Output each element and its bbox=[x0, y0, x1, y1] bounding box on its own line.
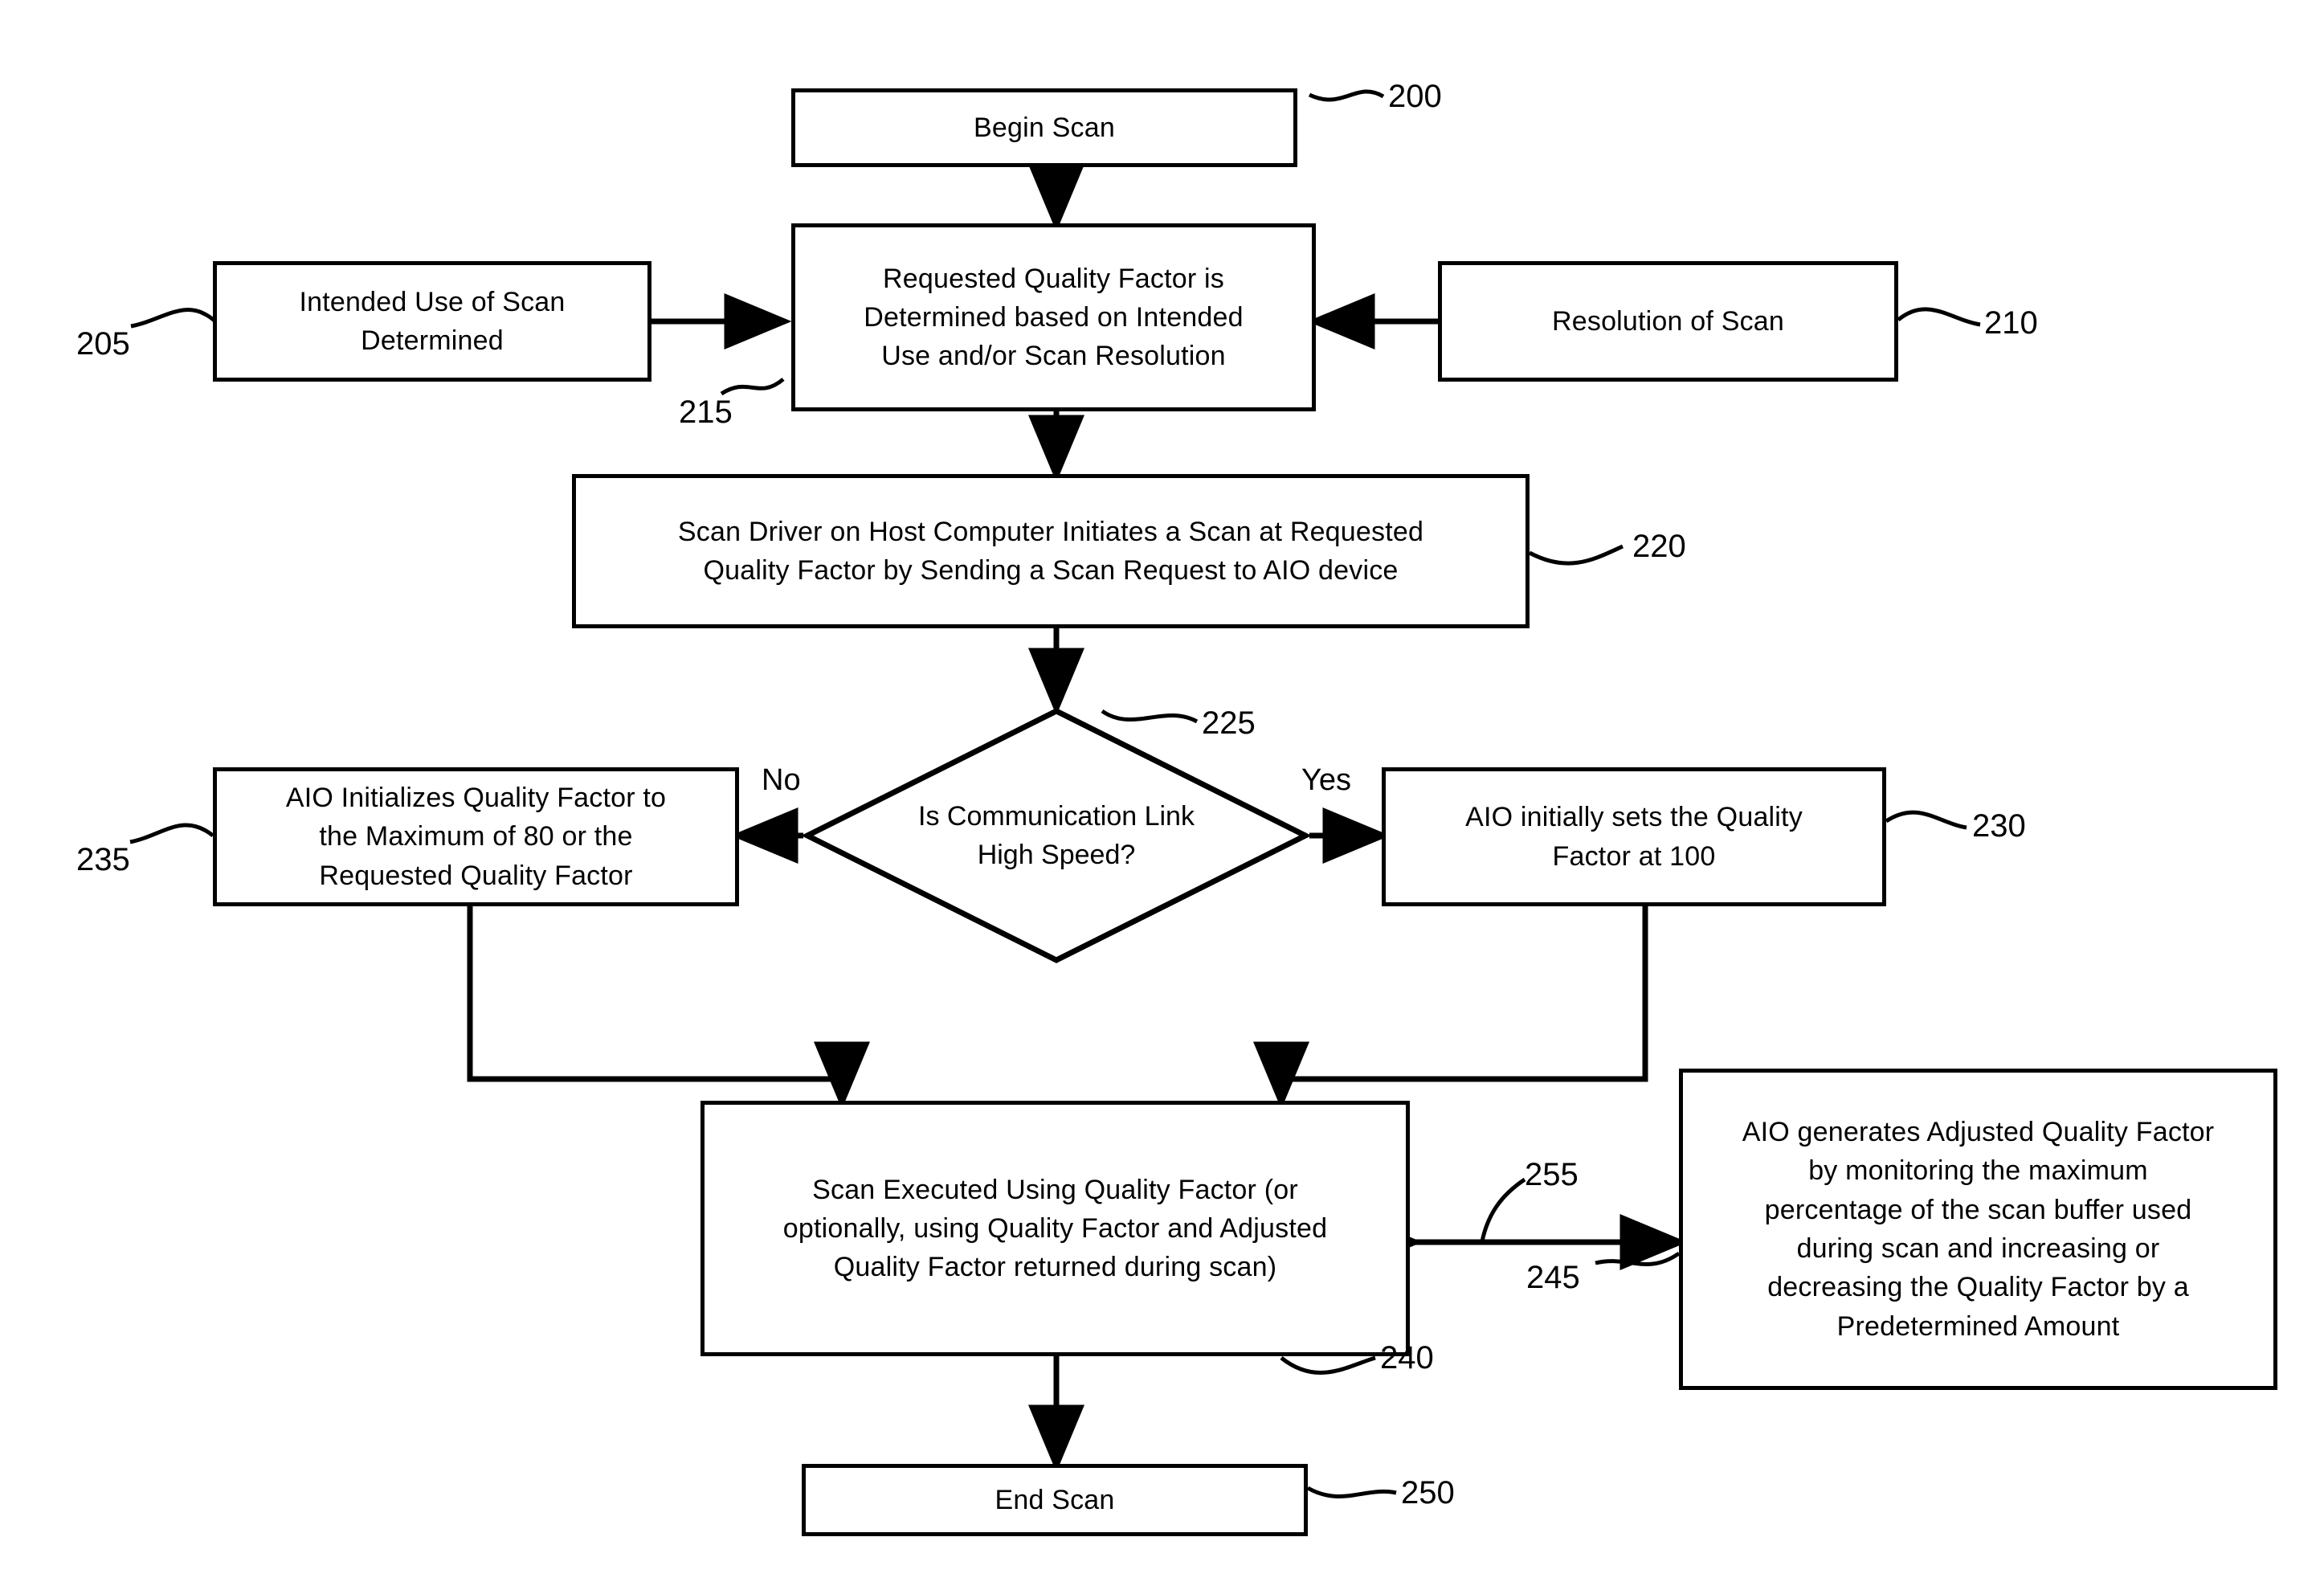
node-aio-sets-100: AIO initially sets the Quality Factor at… bbox=[1382, 767, 1886, 906]
node-scan-executed-label: Scan Executed Using Quality Factor (or o… bbox=[782, 1174, 1328, 1283]
ref-number-225: 225 bbox=[1202, 705, 1256, 741]
node-resolution-of-scan-label: Resolution of Scan bbox=[1552, 305, 1784, 337]
node-aio-initializes-80-label: AIO Initializes Quality Factor to the Ma… bbox=[285, 783, 667, 891]
ref-number-215: 215 bbox=[679, 394, 733, 430]
node-resolution-of-scan: Resolution of Scan bbox=[1438, 261, 1898, 382]
node-aio-adjusted-quality-factor: AIO generates Adjusted Quality Factor by… bbox=[1679, 1069, 2277, 1390]
ref-number-255: 255 bbox=[1525, 1157, 1579, 1192]
ref-number-220: 220 bbox=[1632, 529, 1686, 564]
node-aio-initializes-80: AIO Initializes Quality Factor to the Ma… bbox=[213, 767, 739, 906]
node-intended-use-label: Intended Use of Scan Determined bbox=[299, 286, 566, 356]
node-end-scan: End Scan bbox=[802, 1464, 1308, 1536]
ref-number-240: 240 bbox=[1380, 1340, 1434, 1376]
ref-number-200: 200 bbox=[1388, 79, 1442, 114]
node-aio-sets-100-label: AIO initially sets the Quality Factor at… bbox=[1465, 802, 1803, 872]
ref-number-230: 230 bbox=[1972, 808, 2026, 844]
edge-label-yes: Yes bbox=[1301, 763, 1351, 797]
flowchart-canvas: 235 --> 230 --> bbox=[0, 0, 2324, 1582]
node-intended-use: Intended Use of Scan Determined bbox=[213, 261, 651, 382]
node-requested-quality-factor: Requested Quality Factor is Determined b… bbox=[791, 223, 1316, 411]
node-begin-scan-label: Begin Scan bbox=[974, 112, 1115, 143]
ref-number-245: 245 bbox=[1526, 1260, 1580, 1295]
node-scan-driver: Scan Driver on Host Computer Initiates a… bbox=[572, 474, 1530, 628]
node-decision-communication-link: Is Communication Link High Speed? bbox=[803, 707, 1309, 964]
edge-label-no: No bbox=[762, 763, 801, 797]
node-scan-executed: Scan Executed Using Quality Factor (or o… bbox=[700, 1101, 1410, 1356]
ref-number-205: 205 bbox=[76, 326, 130, 362]
ref-number-250: 250 bbox=[1401, 1475, 1455, 1510]
ref-number-210: 210 bbox=[1984, 305, 2038, 341]
node-begin-scan: Begin Scan bbox=[791, 88, 1297, 167]
node-aio-adjusted-quality-factor-label: AIO generates Adjusted Quality Factor by… bbox=[1742, 1117, 2215, 1342]
node-requested-quality-factor-label: Requested Quality Factor is Determined b… bbox=[864, 263, 1244, 372]
node-end-scan-label: End Scan bbox=[995, 1484, 1115, 1515]
ref-number-235: 235 bbox=[76, 842, 130, 877]
node-decision-communication-link-label: Is Communication Link High Speed? bbox=[918, 800, 1195, 870]
node-scan-driver-label: Scan Driver on Host Computer Initiates a… bbox=[677, 516, 1424, 586]
